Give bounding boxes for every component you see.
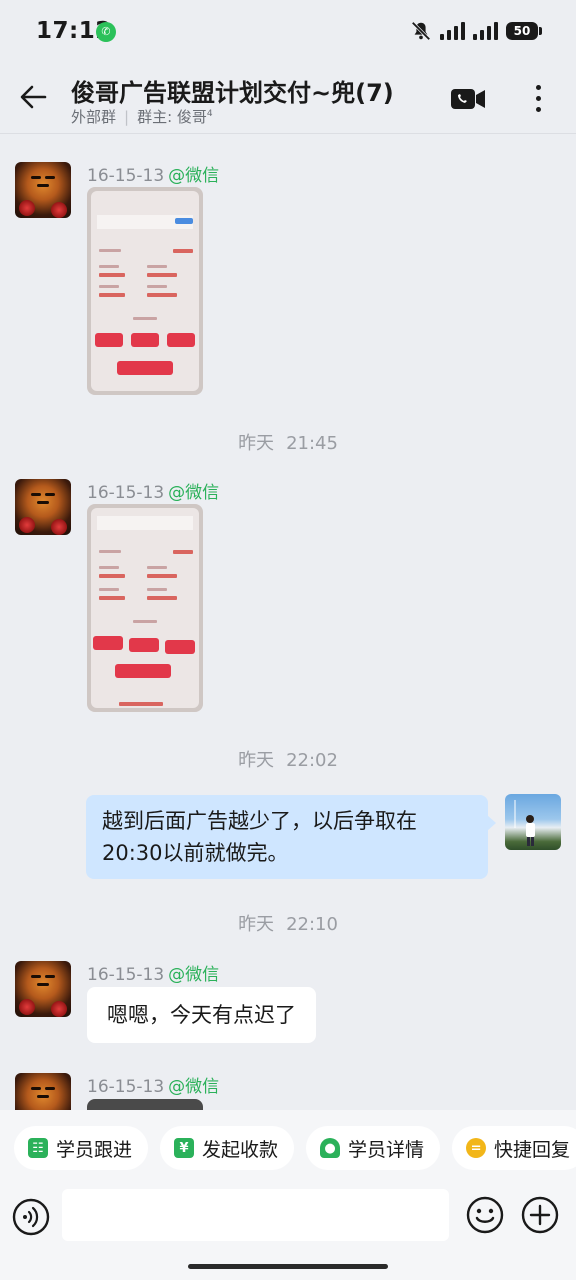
emoji-button[interactable] xyxy=(466,1196,504,1234)
input-bar xyxy=(0,1186,576,1280)
video-call-icon xyxy=(451,89,485,109)
message-list[interactable]: 16-15-13 @微信 昨天 21:45 16-15-13 @微信 昨天 22… xyxy=(0,135,576,1110)
chip-label: 发起收款 xyxy=(202,1138,279,1161)
sender-name: 16-15-13 @微信 xyxy=(87,965,220,985)
arrow-left-icon xyxy=(20,85,47,109)
quick-reply-button[interactable]: = 快捷回复 xyxy=(452,1126,576,1170)
group-owner-sup: 4 xyxy=(206,109,213,119)
video-call-button[interactable] xyxy=(450,86,486,112)
more-button[interactable] xyxy=(522,80,554,116)
sender-name: 16-15-13 @微信 xyxy=(87,166,220,186)
battery-level: 50 xyxy=(506,22,538,40)
quick-action-bar: ☷ 学员跟进 ¥ 发起收款 ● 学员详情 = 快捷回复 xyxy=(0,1110,576,1186)
yuan-icon: ¥ xyxy=(174,1138,195,1158)
time-divider: 昨天 22:10 xyxy=(238,914,338,935)
chip-label: 学员详情 xyxy=(348,1138,425,1161)
status-bar: 17:12 ✆ 50 xyxy=(0,0,576,62)
back-button[interactable] xyxy=(14,78,52,116)
message-bubble-self[interactable]: 越到后面广告越少了，以后争取在 20:30以前就做完。 xyxy=(86,795,496,879)
voice-button[interactable] xyxy=(12,1198,50,1236)
avatar[interactable] xyxy=(15,162,71,218)
image-message[interactable] xyxy=(87,504,203,712)
emoji-icon xyxy=(466,1196,504,1234)
more-vertical-icon xyxy=(535,84,541,90)
group-type-label: 外部群 xyxy=(71,108,117,126)
chat-header: 俊哥广告联盟计划交付~兜(7) 外部群 | 群主: 俊哥4 xyxy=(0,62,576,134)
voice-icon xyxy=(12,1198,50,1236)
chat-subtitle: 外部群 | 群主: 俊哥4 xyxy=(71,108,213,126)
group-owner-label: 群主: 俊哥 xyxy=(137,108,207,126)
plus-button[interactable] xyxy=(521,1196,559,1234)
message-text-line: 越到后面广告越少了，以后争取在 xyxy=(102,809,417,833)
start-payment-button[interactable]: ¥ 发起收款 xyxy=(160,1126,295,1170)
chip-label: 快捷回复 xyxy=(494,1138,571,1161)
person-detail-icon: ● xyxy=(320,1138,341,1158)
student-follow-button[interactable]: ☷ 学员跟进 xyxy=(14,1126,149,1170)
sender-name: 16-15-13 @微信 xyxy=(87,483,220,503)
bell-muted-icon xyxy=(411,21,431,41)
battery-icon: 50 xyxy=(506,22,542,40)
quick-reply-icon: = xyxy=(466,1138,487,1158)
avatar-self[interactable] xyxy=(505,794,561,850)
image-message[interactable] xyxy=(87,187,203,395)
chip-label: 学员跟进 xyxy=(56,1138,133,1161)
message-input[interactable] xyxy=(62,1189,449,1241)
time-divider: 昨天 22:02 xyxy=(238,750,338,771)
home-indicator[interactable] xyxy=(188,1264,388,1269)
plus-circle-icon xyxy=(521,1196,559,1234)
sender-name: 16-15-13 @微信 xyxy=(87,1077,220,1097)
avatar[interactable] xyxy=(15,479,71,535)
wechat-notification-icon: ✆ xyxy=(96,22,116,42)
signal-icon-2 xyxy=(473,22,498,40)
message-bubble[interactable]: 嗯嗯，今天有点迟了 xyxy=(87,987,316,1043)
image-message[interactable] xyxy=(87,1099,203,1110)
status-icons: 50 xyxy=(410,20,542,42)
avatar[interactable] xyxy=(15,961,71,1017)
message-text-line: 20:30以前就做完。 xyxy=(102,841,289,865)
signal-icon xyxy=(440,22,465,40)
student-follow-icon: ☷ xyxy=(28,1138,48,1158)
student-detail-button[interactable]: ● 学员详情 xyxy=(306,1126,441,1170)
avatar[interactable] xyxy=(15,1073,71,1110)
time-divider: 昨天 21:45 xyxy=(238,433,338,454)
chat-title: 俊哥广告联盟计划交付~兜(7) xyxy=(71,79,394,107)
